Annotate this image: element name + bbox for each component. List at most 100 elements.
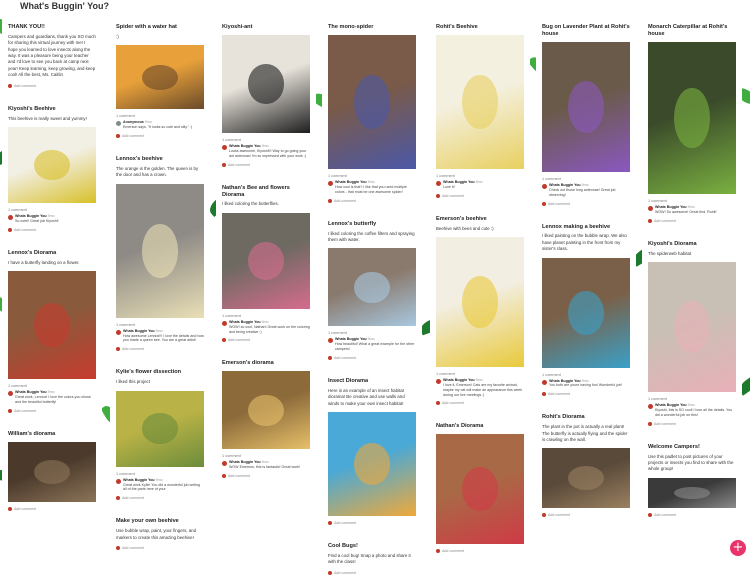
comment-count[interactable]: 1 comment — [536, 371, 636, 378]
post-card[interactable]: Kylie's flower dissection I liked this pr… — [110, 363, 210, 507]
avatar — [8, 391, 13, 397]
comment-count[interactable]: 1 comment — [322, 329, 422, 336]
comment-count[interactable]: 1 comment — [2, 206, 102, 213]
comment-count[interactable]: 1 comment — [216, 452, 316, 459]
post-card[interactable]: William's diorama Add comment — [2, 424, 102, 517]
add-comment-button[interactable]: Add comment — [2, 407, 102, 419]
post-card[interactable]: Emerson's beehive Beehive with bees and c… — [430, 209, 530, 412]
comment-count[interactable]: 1 comment — [322, 172, 422, 179]
post-title: Kiyoshi's Diorama — [648, 240, 697, 247]
post-image[interactable] — [542, 448, 630, 509]
add-comment-button[interactable]: Add comment — [2, 505, 102, 517]
post-card[interactable]: Lennox making a beehive I liked painting … — [536, 217, 636, 403]
add-comment-button[interactable]: Add comment — [216, 161, 316, 173]
post-image[interactable] — [542, 41, 630, 172]
post-card[interactable]: Rohit's Diorama The plant in the pot is a… — [536, 408, 636, 524]
comment-count[interactable]: 1 comment — [216, 312, 316, 319]
comment-text-block: Whats Buggin You 9mo WOW Emerson, this is… — [229, 460, 300, 470]
post-card[interactable]: Nathan's Bee and flowers Diorama I liked … — [216, 178, 316, 349]
post-card[interactable]: Make your own beehive Use bubble wrap, pa… — [110, 512, 210, 556]
avatar — [328, 338, 333, 344]
post-image[interactable] — [8, 126, 96, 203]
post-image[interactable] — [436, 237, 524, 368]
comment-count[interactable]: 1 comment — [110, 112, 210, 119]
add-comment-button[interactable]: Add comment — [216, 472, 316, 484]
add-comment-button[interactable]: Add comment — [430, 192, 530, 204]
post-image[interactable] — [436, 434, 524, 545]
comment-count[interactable]: 1 comment — [110, 470, 210, 477]
post-image[interactable] — [436, 34, 524, 169]
post-image[interactable] — [116, 390, 204, 467]
post-image[interactable] — [222, 212, 310, 309]
post-image[interactable] — [648, 477, 736, 508]
post-image[interactable] — [222, 34, 310, 133]
add-comment-button[interactable]: Add comment — [642, 420, 742, 432]
post-image[interactable] — [542, 257, 630, 368]
post-card[interactable]: Lennox's Diorama I have a butterfly landi… — [2, 243, 102, 419]
add-comment-button[interactable]: Add comment — [322, 519, 422, 531]
post-card[interactable]: Nathan's Diorama Add comment — [430, 417, 530, 560]
post-image[interactable] — [648, 41, 736, 194]
add-comment-button[interactable]: Add comment — [110, 544, 210, 556]
post-image[interactable] — [648, 262, 736, 393]
header-bar: What's Buggin' You? — [0, 0, 750, 14]
add-post-button[interactable]: + — [730, 540, 746, 556]
post-image[interactable] — [328, 248, 416, 327]
add-comment-button[interactable]: Add comment — [110, 345, 210, 357]
comment-count[interactable]: 1 comment — [642, 395, 742, 402]
post-image[interactable] — [116, 45, 204, 110]
add-comment-button[interactable]: Add comment — [642, 511, 742, 523]
post-image[interactable] — [328, 34, 416, 169]
post-card[interactable]: Rohit's Beehive 1 comment Whats Buggin You… — [430, 18, 530, 204]
post-card[interactable]: Monarch Caterpillar at Rohit's house 1 co… — [642, 18, 742, 229]
comment-count[interactable]: 1 comment — [536, 175, 636, 182]
post-image[interactable] — [116, 183, 204, 318]
add-comment-label: Add comment — [654, 512, 677, 517]
comment-count[interactable]: 1 comment — [642, 197, 742, 204]
post-image[interactable] — [8, 271, 96, 380]
add-comment-button[interactable]: Add comment — [2, 226, 102, 238]
post-card[interactable]: Lennox's beehive The orange is the golden… — [110, 150, 210, 358]
comment-text: Looks awesome, Kiyoshi!!! Way to go goin… — [229, 148, 307, 158]
add-comment-button[interactable]: Add comment — [536, 200, 636, 212]
add-comment-button[interactable]: Add comment — [322, 569, 422, 581]
post-card[interactable]: Cool Bugs! Find a cool bug! Snap a photo … — [322, 536, 422, 581]
comment: Whats Buggin You 9mo Check out those long… — [536, 182, 636, 200]
comment-count[interactable]: 1 comment — [2, 382, 102, 389]
post-card[interactable]: Spider with a water hat:) 1 comment Anonym… — [110, 18, 210, 145]
add-comment-button[interactable]: Add comment — [322, 197, 422, 209]
post-card[interactable]: Kiyoshi-ant 1 comment Whats Buggin You 9mo… — [216, 18, 316, 173]
avatar — [542, 379, 547, 385]
post-card[interactable]: Insect Diorama Here is an example of an i… — [322, 371, 422, 531]
comment-text: WOW! So awesome! Great find, Rohit! — [655, 209, 717, 214]
add-comment-button[interactable]: Add comment — [216, 336, 316, 348]
add-comment-button[interactable]: Add comment — [536, 511, 636, 523]
add-comment-button[interactable]: Add comment — [2, 82, 102, 94]
post-title: Kiyoshi-ant — [222, 24, 253, 30]
add-comment-button[interactable]: Add comment — [642, 217, 742, 229]
comment-count[interactable]: 1 comment — [430, 172, 530, 179]
post-card[interactable]: Emerson's diorama 1 comment Whats Buggin Y… — [216, 354, 316, 485]
post-image[interactable] — [8, 441, 96, 502]
add-comment-button[interactable]: Add comment — [110, 494, 210, 506]
add-comment-button[interactable]: Add comment — [110, 132, 210, 144]
add-comment-label: Add comment — [122, 496, 145, 501]
post-card[interactable]: Lennox's butterfly I liked coloring the c… — [322, 214, 422, 366]
post-image[interactable] — [328, 411, 416, 516]
comment-count[interactable]: 1 comment — [110, 321, 210, 328]
comment-author: Whats Buggin You — [123, 328, 155, 333]
comment-count[interactable]: 1 comment — [430, 370, 530, 377]
add-comment-button[interactable]: Add comment — [430, 399, 530, 411]
post-card[interactable]: The mono-spider 1 comment Whats Buggin You… — [322, 18, 422, 209]
post-card[interactable]: Welcome Campers! Use this padlet to post … — [642, 437, 742, 523]
add-comment-button[interactable]: Add comment — [536, 390, 636, 402]
post-card[interactable]: Kiyoshi's Beehive This beehive is really … — [2, 99, 102, 238]
add-comment-button[interactable]: Add comment — [430, 547, 530, 559]
post-title: Lennox's Diorama — [8, 249, 57, 256]
add-comment-button[interactable]: Add comment — [322, 354, 422, 366]
comment-count[interactable]: 1 comment — [216, 136, 316, 143]
post-card[interactable]: Bug on Lavender Plant at Rohit's house 1 … — [536, 18, 636, 212]
post-card[interactable]: THANK YOU!! Campers and guardians, thank … — [2, 18, 102, 94]
post-image[interactable] — [222, 371, 310, 450]
post-card[interactable]: Kiyoshi's Diorama The spiderweb habitat 1 … — [642, 234, 742, 432]
